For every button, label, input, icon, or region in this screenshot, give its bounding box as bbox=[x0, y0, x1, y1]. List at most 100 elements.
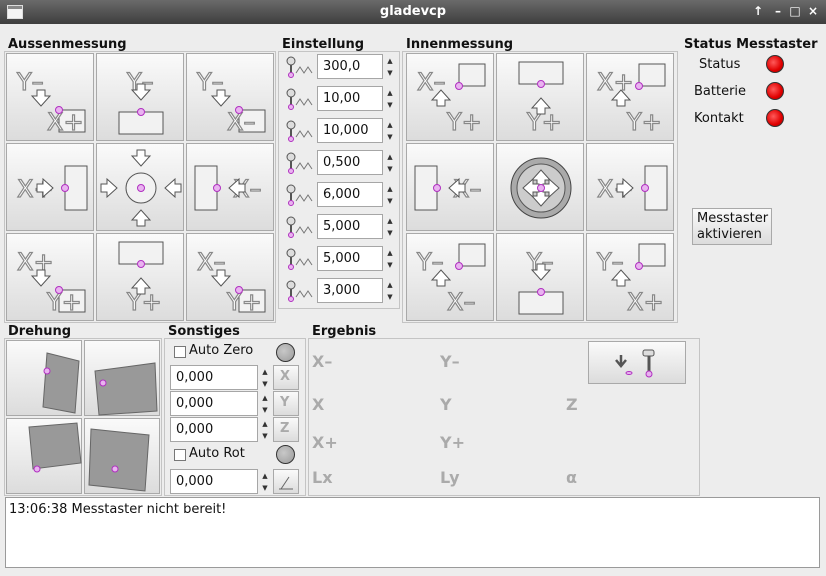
spin-value: 6,000 bbox=[323, 187, 361, 202]
outside-center-icon bbox=[100, 149, 182, 227]
rotate-bottom-edge-button[interactable] bbox=[6, 418, 82, 494]
offset-y-spinbox[interactable]: 0,000 ▲ ▼ bbox=[170, 391, 268, 416]
battery-led bbox=[766, 82, 784, 100]
probe-velocity-spinbox[interactable]: 10,00 ▲ ▼ bbox=[317, 86, 393, 111]
rotate-right-edge-button[interactable] bbox=[84, 418, 160, 494]
outside-center-button[interactable] bbox=[96, 143, 184, 231]
svg-text:Y+: Y+ bbox=[226, 288, 262, 316]
inside-xplus-yminus-button[interactable]: Y– X+ bbox=[586, 233, 674, 321]
spin-arrows[interactable]: ▲ ▼ bbox=[384, 55, 396, 80]
spin-arrows[interactable]: ▲ ▼ bbox=[384, 87, 396, 112]
inside-xminus-button[interactable]: X– bbox=[406, 143, 494, 231]
spin-value: 0,000 bbox=[176, 422, 214, 437]
auto-rot-checkbox[interactable] bbox=[174, 449, 186, 461]
auto-rot-label: Auto Rot bbox=[189, 446, 245, 461]
spin-arrows[interactable]: ▲ ▼ bbox=[384, 183, 396, 208]
inside-xminus-icon: X– bbox=[414, 165, 482, 211]
outside-yminus-button[interactable]: Y– bbox=[96, 53, 184, 141]
battery-label: Batterie bbox=[694, 84, 747, 99]
result-x-1: X bbox=[312, 395, 325, 414]
max-travel-spinbox[interactable]: 10,000 ▲ ▼ bbox=[317, 118, 393, 143]
result-y-1: Y bbox=[440, 395, 452, 414]
rotation-edge-icon bbox=[42, 352, 80, 414]
svg-text:X+: X+ bbox=[597, 68, 634, 96]
svg-text:X–: X– bbox=[447, 288, 475, 316]
outside-xplus-yplus-button[interactable]: X+ Y+ bbox=[6, 233, 94, 321]
rotation-icon bbox=[279, 476, 293, 490]
minimize-icon[interactable]: – bbox=[770, 3, 786, 19]
spin-arrows[interactable]: ▲ ▼ bbox=[259, 366, 271, 391]
inside-xminus-yplus-button[interactable]: X– Y+ bbox=[406, 53, 494, 141]
outside-xplus-yminus-button[interactable]: Y– X+ bbox=[6, 53, 94, 141]
activate-probe-button[interactable]: Messtaster aktivieren bbox=[692, 208, 772, 245]
xy-clearance-spinbox[interactable]: 5,000 ▲ ▼ bbox=[317, 214, 393, 239]
auto-zero-label: Auto Zero bbox=[189, 343, 254, 358]
inside-xplus-yminus-icon: Y–X+ bbox=[595, 243, 666, 317]
sonstiges-title: Sonstiges bbox=[168, 324, 240, 339]
outside-xminus-yplus-icon: X–Y+ bbox=[196, 247, 266, 317]
inside-xminus-yminus-button[interactable]: Y– X– bbox=[406, 233, 494, 321]
maximize-icon[interactable]: □ bbox=[787, 3, 803, 19]
spin-arrows[interactable]: ▲ ▼ bbox=[384, 247, 396, 272]
offset-z-spinbox[interactable]: 0,000 ▲ ▼ bbox=[170, 417, 268, 442]
spin-value: 10,000 bbox=[323, 123, 369, 138]
outside-xminus-yplus-button[interactable]: X– Y+ bbox=[186, 233, 274, 321]
rotate-top-edge-button[interactable] bbox=[84, 340, 160, 416]
axis-letter: Y bbox=[280, 395, 290, 410]
probe-diameter-spinbox[interactable]: 6,000 ▲ ▼ bbox=[317, 182, 393, 207]
inside-xplus-icon: X+ bbox=[596, 165, 668, 211]
rotate-left-edge-button[interactable] bbox=[6, 340, 82, 416]
spin-arrows[interactable]: ▲ ▼ bbox=[259, 418, 271, 443]
spin-value: 0,000 bbox=[176, 396, 214, 411]
spin-value: 0,000 bbox=[176, 370, 214, 385]
offset-x-spinbox[interactable]: 0,000 ▲ ▼ bbox=[170, 365, 268, 390]
spin-arrows[interactable]: ▲ ▼ bbox=[259, 392, 271, 417]
spin-arrows[interactable]: ▲ ▼ bbox=[259, 470, 271, 495]
outside-xplus-icon: X+ bbox=[16, 165, 88, 211]
rotation-edge-icon bbox=[28, 422, 82, 473]
outside-xminus-yminus-button[interactable]: Y– X– bbox=[186, 53, 274, 141]
probe-down-button[interactable] bbox=[588, 341, 686, 384]
spin-arrows[interactable]: ▲ ▼ bbox=[384, 215, 396, 240]
outside-yplus-button[interactable]: Y+ bbox=[96, 233, 184, 321]
inside-xplus-yplus-button[interactable]: X+ Y+ bbox=[586, 53, 674, 141]
spin-arrows[interactable]: ▲ ▼ bbox=[384, 119, 396, 144]
spin-value: 0,000 bbox=[176, 474, 214, 489]
set-y-button[interactable]: Y bbox=[273, 391, 299, 416]
svg-text:X+: X+ bbox=[47, 108, 84, 136]
z-clearance-spinbox[interactable]: 5,000 ▲ ▼ bbox=[317, 246, 393, 271]
set-z-button[interactable]: Z bbox=[273, 417, 299, 442]
outside-xminus-icon: X– bbox=[194, 165, 262, 211]
window-title: gladevcp bbox=[379, 4, 447, 19]
status-led bbox=[766, 55, 784, 73]
auto-zero-checkbox[interactable] bbox=[174, 346, 186, 358]
latch-return-spinbox[interactable]: 0,500 ▲ ▼ bbox=[317, 150, 393, 175]
result-y-2: Y+ bbox=[440, 433, 465, 452]
set-x-button[interactable]: X bbox=[273, 365, 299, 390]
result-z-2: α bbox=[566, 468, 577, 487]
contact-label: Kontakt bbox=[694, 111, 744, 126]
innenmessung-title: Innenmessung bbox=[406, 37, 514, 52]
outside-xplus-button[interactable]: X+ bbox=[6, 143, 94, 231]
spin-value: 3,000 bbox=[323, 283, 361, 298]
status-title: Status Messtaster bbox=[684, 37, 818, 52]
rotation-angle-spinbox[interactable]: 0,000 ▲ ▼ bbox=[170, 469, 268, 494]
outside-xminus-button[interactable]: X– bbox=[186, 143, 274, 231]
spin-arrows[interactable]: ▲ ▼ bbox=[384, 151, 396, 176]
rotation-edge-icon bbox=[88, 428, 150, 492]
set-rotation-button[interactable] bbox=[273, 469, 299, 494]
spin-arrows[interactable]: ▲ ▼ bbox=[384, 279, 396, 304]
inside-center-button[interactable] bbox=[496, 143, 584, 231]
edge-length-spinbox[interactable]: 3,000 ▲ ▼ bbox=[317, 278, 393, 303]
inside-yminus-button[interactable]: Y– bbox=[496, 233, 584, 321]
spin-value: 0,500 bbox=[323, 155, 361, 170]
result-y-0: Y– bbox=[440, 352, 460, 371]
inside-yplus-icon: Y+ bbox=[518, 61, 564, 137]
search-velocity-spinbox[interactable]: 300,0 ▲ ▼ bbox=[317, 54, 393, 79]
close-icon[interactable]: × bbox=[805, 3, 821, 19]
keep-above-icon[interactable]: ↑ bbox=[750, 3, 766, 19]
inside-center-icon bbox=[510, 157, 572, 219]
inside-xplus-button[interactable]: X+ bbox=[586, 143, 674, 231]
inside-yplus-button[interactable]: Y+ bbox=[496, 53, 584, 141]
edge-length-icon bbox=[282, 277, 314, 305]
